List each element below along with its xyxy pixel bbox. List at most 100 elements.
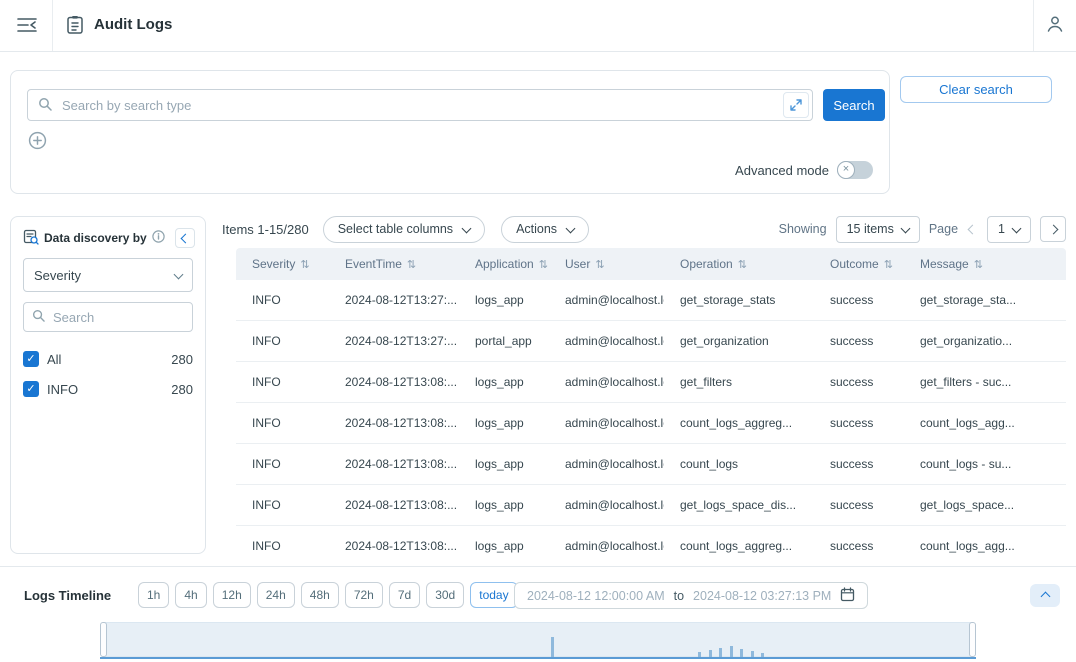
sort-icon[interactable]: ⇅ [407, 258, 416, 271]
advanced-mode-toggle[interactable]: × [837, 161, 873, 179]
column-header[interactable]: Application⇅ [459, 257, 549, 271]
column-header[interactable]: User⇅ [549, 257, 664, 271]
calendar-icon [840, 587, 855, 605]
range-button-1h[interactable]: 1h [138, 582, 169, 608]
checkbox-checked[interactable]: ✓ [23, 351, 39, 367]
expand-icon [790, 99, 802, 111]
table-row[interactable]: INFO2024-08-12T13:08:...logs_appadmin@lo… [236, 526, 1066, 567]
table-row[interactable]: INFO2024-08-12T13:27:...logs_appadmin@lo… [236, 280, 1066, 321]
sort-icon[interactable]: ⇅ [738, 258, 747, 271]
table-cell: get_logs_space... [904, 498, 1066, 512]
chevron-left-icon [180, 233, 190, 243]
sort-icon[interactable]: ⇅ [300, 258, 309, 271]
facet-search-wrap [23, 302, 193, 332]
page-size-select[interactable]: 15 items [836, 216, 920, 243]
next-page-button[interactable] [1040, 216, 1066, 242]
range-button-30d[interactable]: 30d [426, 582, 464, 608]
sort-icon[interactable]: ⇅ [884, 258, 893, 271]
header-divider [52, 0, 53, 51]
table-row[interactable]: INFO2024-08-12T13:27:...portal_appadmin@… [236, 321, 1066, 362]
brush-handle-left[interactable] [100, 622, 107, 657]
advanced-mode-row: Advanced mode × [735, 161, 873, 179]
actions-button[interactable]: Actions [501, 216, 589, 243]
table-header-row: Severity⇅EventTime⇅Application⇅User⇅Oper… [236, 248, 1066, 280]
histogram-bar [751, 651, 754, 657]
column-header[interactable]: Message ⇅ [904, 257, 1066, 271]
table-cell: 2024-08-12T13:08:... [329, 498, 459, 512]
sort-icon[interactable]: ⇅ [539, 258, 548, 271]
facet-item-count: 280 [171, 352, 193, 367]
table-row[interactable]: INFO2024-08-12T13:08:...logs_appadmin@lo… [236, 403, 1066, 444]
table-cell: admin@localhost.lo... [549, 416, 664, 430]
column-label: EventTime [345, 257, 402, 271]
range-button-4h[interactable]: 4h [175, 582, 206, 608]
table-cell: INFO [236, 416, 329, 430]
brush-handle-right[interactable] [969, 622, 976, 657]
table-body: INFO2024-08-12T13:27:...logs_appadmin@lo… [236, 280, 1066, 567]
search-icon [38, 97, 52, 114]
timeline-brush[interactable] [100, 621, 976, 659]
table-cell: logs_app [459, 416, 549, 430]
table-cell: logs_app [459, 498, 549, 512]
clear-search-button[interactable]: Clear search [900, 76, 1052, 103]
chevron-down-icon [566, 223, 576, 233]
table-cell: success [814, 293, 904, 307]
range-button-12h[interactable]: 12h [213, 582, 251, 608]
range-button-24h[interactable]: 24h [257, 582, 295, 608]
table-cell: logs_app [459, 457, 549, 471]
column-header[interactable]: Outcome⇅ [814, 257, 904, 271]
range-button-7d[interactable]: 7d [389, 582, 420, 608]
sort-icon[interactable]: ⇅ [595, 258, 604, 271]
brush-selection[interactable] [103, 622, 973, 657]
date-to-value: 2024-08-12 03:27:13 PM [693, 589, 831, 603]
expand-search-button[interactable] [783, 92, 809, 118]
facet-item[interactable]: ✓INFO280 [11, 374, 205, 404]
column-header[interactable]: EventTime ⇅ [329, 257, 459, 271]
audit-logs-app: Audit Logs [0, 0, 1076, 662]
table-cell: success [814, 334, 904, 348]
previous-page-button[interactable] [967, 224, 978, 235]
table-cell: INFO [236, 293, 329, 307]
facet-item[interactable]: ✓All280 [11, 344, 205, 374]
facet-search-input[interactable] [51, 309, 184, 326]
table-cell: admin@localhost.lo... [549, 334, 664, 348]
sidebar-toggle-button[interactable] [14, 14, 40, 38]
column-label: Severity [252, 257, 295, 271]
table-cell: success [814, 375, 904, 389]
table-row[interactable]: INFO2024-08-12T13:08:...logs_appadmin@lo… [236, 485, 1066, 526]
column-label: Operation [680, 257, 733, 271]
select-table-columns-button[interactable]: Select table columns [323, 216, 485, 243]
info-icon[interactable] [152, 230, 165, 246]
data-discovery-panel: Data discovery by Severity [10, 216, 206, 554]
top-bar: Audit Logs [0, 0, 1076, 52]
plus-circle-icon [28, 138, 47, 153]
user-menu-button[interactable] [1033, 0, 1076, 51]
sort-icon[interactable]: ⇅ [974, 258, 983, 271]
page-label: Page [929, 222, 958, 236]
date-range-picker[interactable]: 2024-08-12 12:00:00 AM to 2024-08-12 03:… [514, 582, 868, 609]
table-cell: 2024-08-12T13:27:... [329, 293, 459, 307]
search-button[interactable]: Search [823, 89, 885, 121]
collapse-timeline-button[interactable] [1030, 584, 1060, 607]
table-cell: count_logs - su... [904, 457, 1066, 471]
column-header[interactable]: Severity ⇅ [236, 257, 329, 271]
range-button-today[interactable]: today [470, 582, 517, 608]
collapse-panel-button[interactable] [175, 228, 195, 248]
column-label: Message [920, 257, 969, 271]
page-number-select[interactable]: 1 [987, 216, 1031, 243]
table-cell: portal_app [459, 334, 549, 348]
search-input[interactable] [60, 97, 775, 114]
range-button-72h[interactable]: 72h [345, 582, 383, 608]
table-cell: 2024-08-12T13:08:... [329, 539, 459, 553]
table-row[interactable]: INFO2024-08-12T13:08:...logs_appadmin@lo… [236, 444, 1066, 485]
table-row[interactable]: INFO2024-08-12T13:08:...logs_appadmin@lo… [236, 362, 1066, 403]
pagination-controls: Showing 15 items Page 1 [779, 216, 1066, 243]
table-cell: admin@localhost.lo... [549, 498, 664, 512]
table-cell: get_organization [664, 334, 814, 348]
checkbox-checked[interactable]: ✓ [23, 381, 39, 397]
range-button-48h[interactable]: 48h [301, 582, 339, 608]
add-search-criteria-button[interactable] [27, 131, 47, 151]
facet-field-select[interactable]: Severity [23, 258, 193, 292]
column-header[interactable]: Operation ⇅ [664, 257, 814, 271]
facet-item-label: INFO [47, 382, 78, 397]
